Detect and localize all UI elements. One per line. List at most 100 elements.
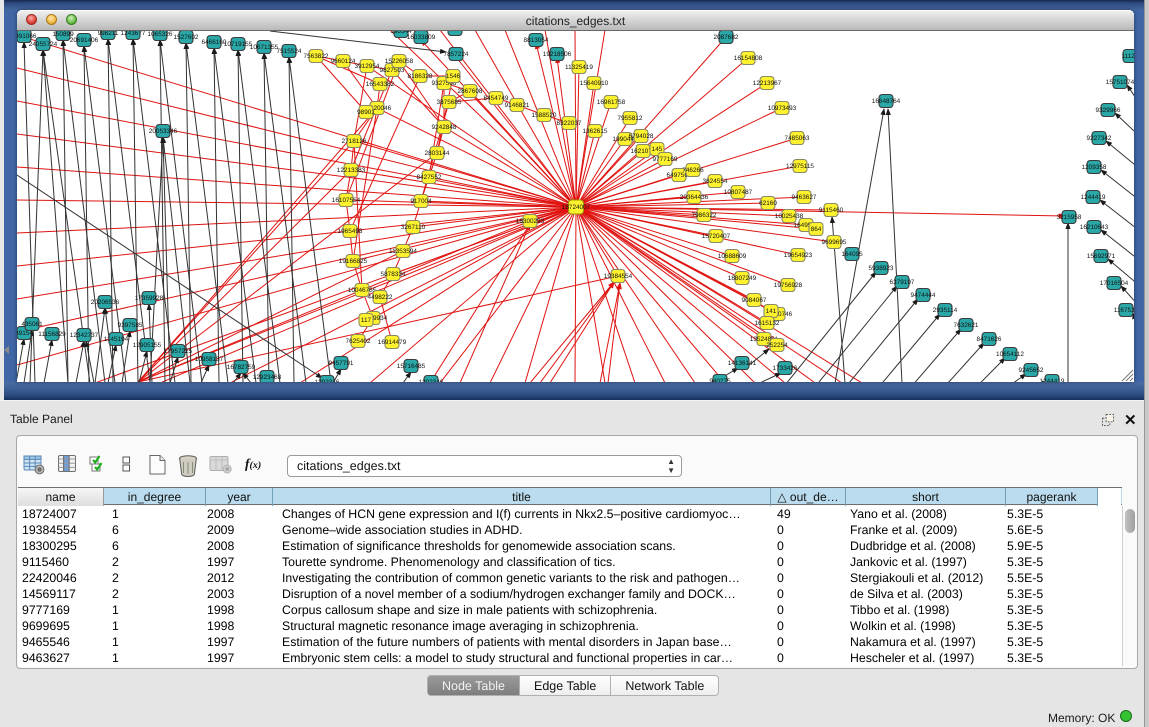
svg-text:10807487: 10807487 bbox=[724, 189, 753, 196]
svg-text:2935114: 2935114 bbox=[933, 307, 958, 314]
svg-text:93752: 93752 bbox=[446, 31, 464, 33]
svg-text:16210643: 16210643 bbox=[1080, 224, 1109, 231]
svg-text:7632621: 7632621 bbox=[954, 322, 979, 329]
svg-text:998211: 998211 bbox=[98, 31, 119, 37]
svg-text:435061: 435061 bbox=[21, 321, 43, 328]
svg-text:9660124: 9660124 bbox=[331, 58, 356, 65]
svg-text:1733426: 1733426 bbox=[773, 365, 798, 372]
svg-text:7986322: 7986322 bbox=[692, 212, 717, 219]
svg-text:8813054: 8813054 bbox=[524, 37, 549, 44]
svg-text:15720407: 15720407 bbox=[702, 233, 731, 240]
svg-text:1527602: 1527602 bbox=[174, 34, 199, 41]
svg-text:1588520: 1588520 bbox=[532, 112, 557, 119]
svg-text:1202346: 1202346 bbox=[419, 379, 444, 382]
svg-text:1292346: 1292346 bbox=[315, 379, 340, 382]
svg-text:1209358: 1209358 bbox=[1082, 164, 1107, 171]
svg-text:5878334: 5878334 bbox=[381, 271, 406, 278]
svg-text:15640910: 15640910 bbox=[580, 80, 609, 87]
svg-text:18724007: 18724007 bbox=[562, 204, 591, 211]
svg-text:6794028: 6794028 bbox=[629, 133, 654, 140]
svg-text:252254: 252254 bbox=[766, 342, 788, 349]
svg-text:9474444: 9474444 bbox=[911, 292, 936, 299]
svg-text:8454749: 8454749 bbox=[484, 95, 509, 102]
svg-text:18807249: 18807249 bbox=[728, 275, 757, 282]
svg-text:8322037: 8322037 bbox=[557, 120, 582, 127]
svg-text:1065326: 1065326 bbox=[148, 31, 173, 38]
svg-text:15692971: 15692971 bbox=[1087, 253, 1116, 260]
svg-text:4498222: 4498222 bbox=[368, 294, 393, 301]
svg-text:8471626: 8471626 bbox=[977, 336, 1002, 343]
svg-text:16961758: 16961758 bbox=[597, 99, 626, 106]
svg-text:19654923: 19654923 bbox=[784, 252, 813, 259]
svg-text:10654112: 10654112 bbox=[996, 351, 1024, 358]
svg-text:16782759: 16782759 bbox=[227, 364, 256, 371]
svg-text:917004: 917004 bbox=[410, 198, 432, 205]
svg-text:10688609: 10688609 bbox=[718, 253, 747, 260]
svg-text:9463627: 9463627 bbox=[792, 194, 817, 201]
svg-text:8186328: 8186328 bbox=[408, 73, 433, 80]
svg-text:3912954: 3912954 bbox=[355, 63, 380, 70]
svg-text:11123: 11123 bbox=[1122, 53, 1134, 60]
svg-text:746266: 746266 bbox=[682, 167, 704, 174]
svg-text:7515524: 7515524 bbox=[277, 48, 302, 55]
svg-text:1167534: 1167534 bbox=[1114, 307, 1134, 314]
svg-text:9777169: 9777169 bbox=[653, 156, 678, 163]
svg-text:9245652: 9245652 bbox=[1019, 367, 1044, 374]
svg-text:15751074: 15751074 bbox=[1106, 79, 1134, 86]
svg-text:9146821: 9146821 bbox=[505, 102, 530, 109]
svg-text:19166825: 19166825 bbox=[339, 258, 368, 265]
svg-text:20206536: 20206536 bbox=[91, 299, 120, 306]
svg-text:19756928: 19756928 bbox=[774, 282, 803, 289]
svg-text:2991066: 2991066 bbox=[17, 33, 37, 40]
svg-text:12342737: 12342737 bbox=[70, 332, 99, 339]
svg-text:12213967: 12213967 bbox=[753, 80, 782, 87]
svg-text:7625402: 7625402 bbox=[346, 338, 371, 345]
svg-text:20364436: 20364436 bbox=[680, 194, 709, 201]
svg-text:15716485: 15716485 bbox=[397, 363, 426, 370]
svg-text:10046765: 10046765 bbox=[348, 287, 377, 294]
svg-text:11325419: 11325419 bbox=[565, 64, 593, 71]
svg-text:9227342: 9227342 bbox=[1087, 135, 1112, 142]
svg-text:18300293: 18300293 bbox=[516, 218, 545, 225]
svg-text:12923468: 12923468 bbox=[253, 374, 282, 381]
svg-text:3267110: 3267110 bbox=[401, 224, 426, 231]
svg-text:6379197: 6379197 bbox=[890, 279, 915, 286]
svg-text:3215958: 3215958 bbox=[1057, 214, 1082, 221]
svg-text:5938923: 5938923 bbox=[869, 265, 894, 272]
svg-text:1615132: 1615132 bbox=[755, 320, 780, 327]
svg-text:9084067: 9084067 bbox=[742, 297, 767, 304]
svg-text:12213383: 12213383 bbox=[337, 167, 366, 174]
svg-text:8427552: 8427552 bbox=[417, 174, 442, 181]
svg-text:1244419: 1244419 bbox=[1081, 194, 1106, 201]
svg-text:3875685: 3875685 bbox=[437, 99, 462, 106]
svg-text:20053346: 20053346 bbox=[149, 128, 178, 135]
svg-text:7485063: 7485063 bbox=[785, 135, 810, 142]
svg-text:864: 864 bbox=[811, 226, 822, 233]
svg-text:7857224: 7857224 bbox=[444, 51, 469, 58]
svg-text:1965498: 1965498 bbox=[338, 228, 363, 235]
svg-text:940275: 940275 bbox=[709, 378, 731, 382]
svg-text:2718126: 2718126 bbox=[342, 138, 367, 145]
svg-text:1244419: 1244419 bbox=[1040, 378, 1065, 382]
svg-text:1145194: 1145194 bbox=[104, 336, 129, 343]
svg-text:1546: 1546 bbox=[446, 73, 461, 80]
svg-text:19384554: 19384554 bbox=[604, 273, 633, 280]
svg-text:10719155: 10719155 bbox=[224, 41, 253, 48]
svg-text:9827503: 9827503 bbox=[380, 67, 405, 74]
svg-text:1243677: 1243677 bbox=[121, 31, 146, 37]
svg-text:17957225: 17957225 bbox=[164, 348, 193, 355]
svg-text:19218506: 19218506 bbox=[543, 51, 572, 58]
svg-text:11156829: 11156829 bbox=[38, 331, 66, 338]
svg-text:12905155: 12905155 bbox=[133, 342, 162, 349]
svg-text:15226058: 15226058 bbox=[385, 58, 414, 65]
svg-text:16154808: 16154808 bbox=[734, 55, 763, 62]
svg-text:39154: 39154 bbox=[17, 330, 33, 337]
svg-text:10958137: 10958137 bbox=[195, 356, 224, 363]
svg-text:9699695: 9699695 bbox=[822, 239, 847, 246]
svg-text:2087682: 2087682 bbox=[714, 34, 739, 41]
svg-text:9242848: 9242848 bbox=[432, 124, 457, 131]
svg-text:62160: 62160 bbox=[759, 200, 777, 207]
svg-text:9457791: 9457791 bbox=[329, 360, 354, 367]
svg-text:2867608: 2867608 bbox=[458, 88, 483, 95]
svg-text:16107554: 16107554 bbox=[332, 197, 361, 204]
